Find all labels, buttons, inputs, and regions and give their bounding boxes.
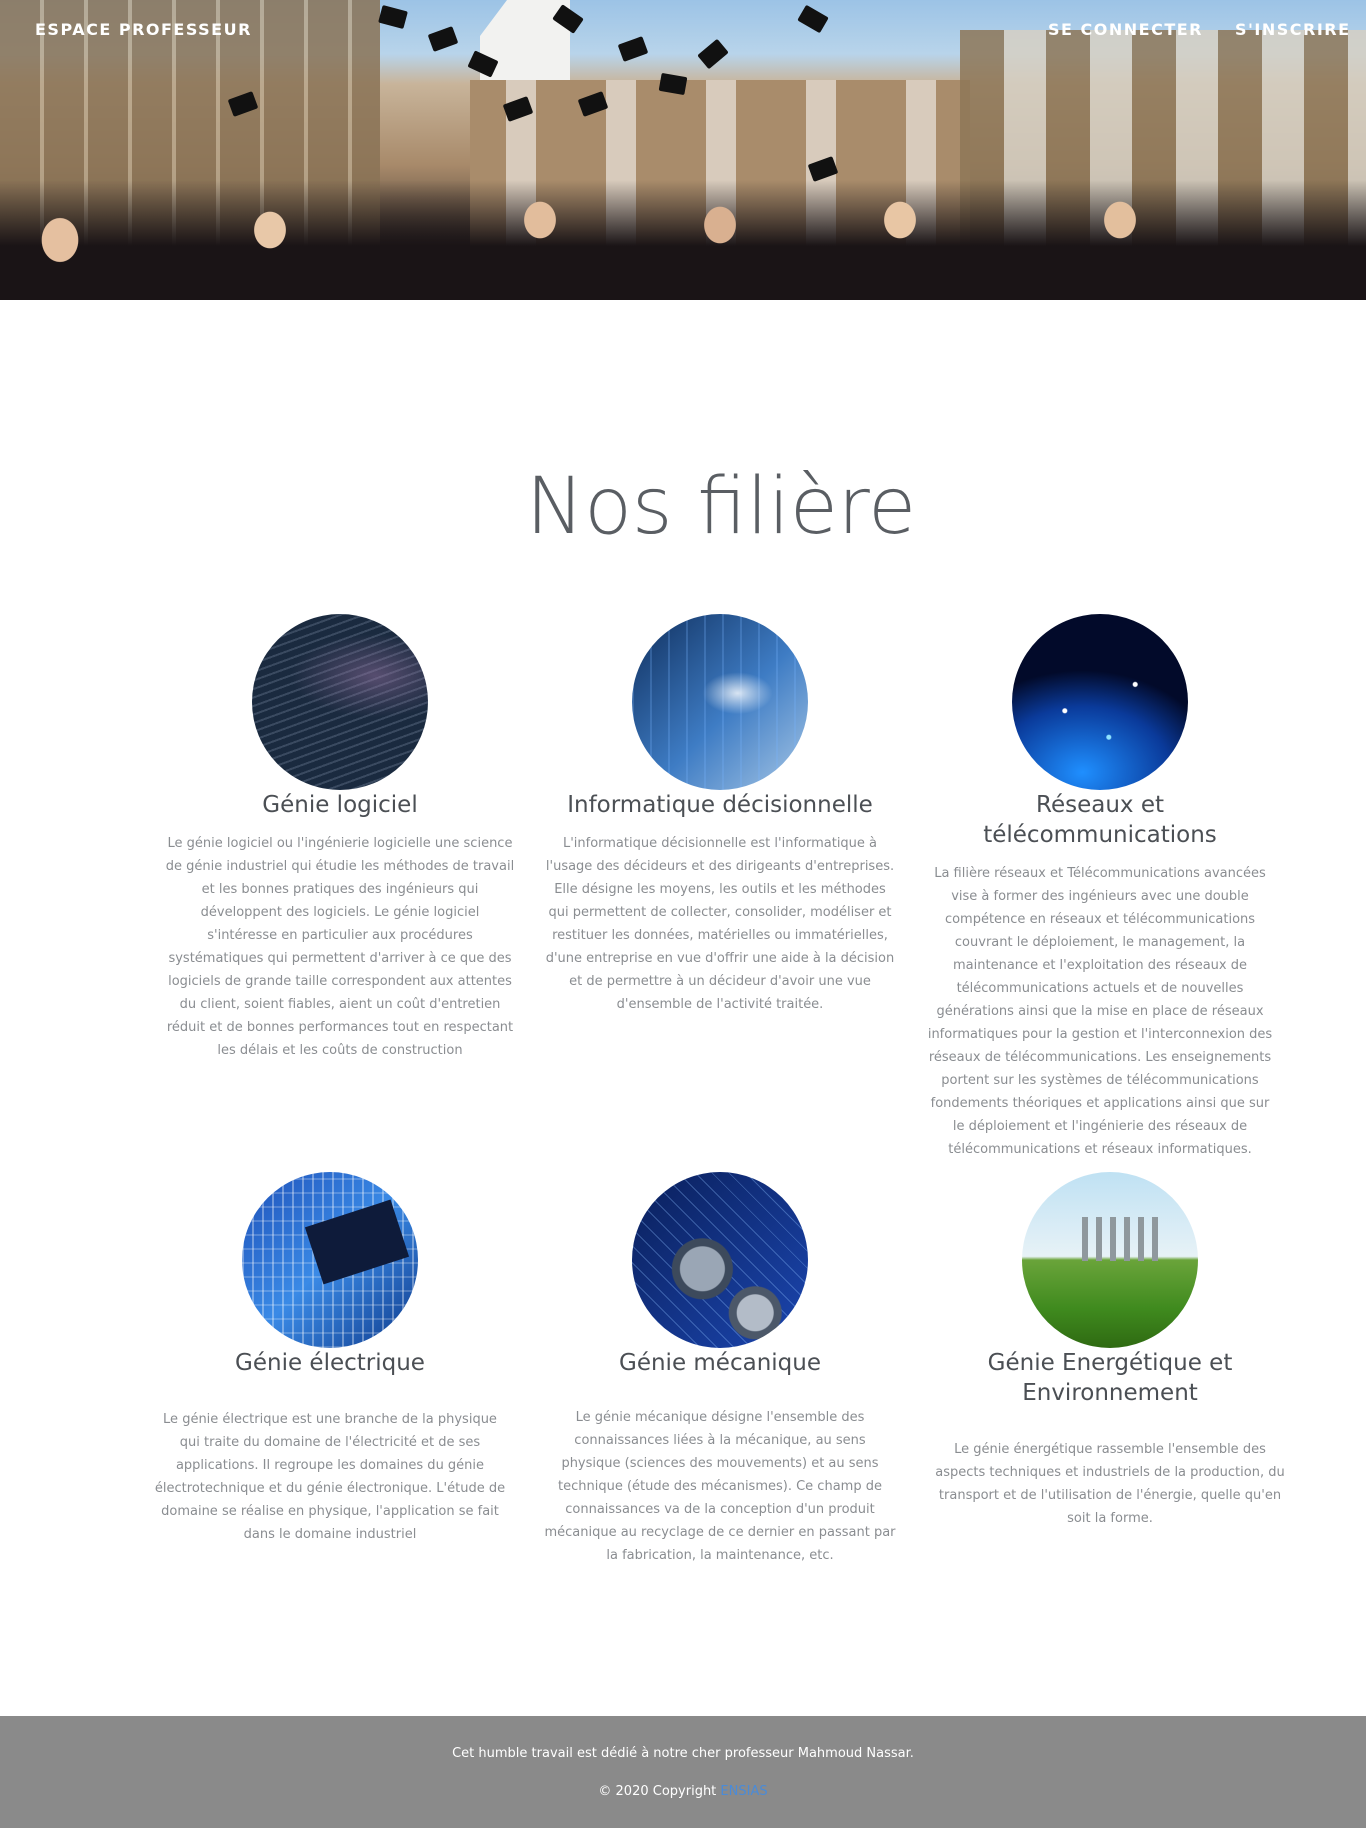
program-image-power-plant bbox=[1022, 1172, 1198, 1348]
program-title: Informatique décisionnelle bbox=[567, 792, 873, 818]
program-image-gears bbox=[632, 1172, 808, 1348]
graduation-cap-icon bbox=[617, 36, 649, 62]
nav-login-link[interactable]: SE CONNECTER bbox=[1048, 20, 1203, 39]
program-card-genie-mecanique: Génie mécanique Le génie mécanique désig… bbox=[540, 1172, 900, 1567]
program-title: Génie logiciel bbox=[262, 792, 418, 818]
program-title: Génie électrique bbox=[235, 1350, 425, 1376]
graduation-cap-icon bbox=[697, 38, 729, 70]
footer: Cet humble travail est dédié à notre che… bbox=[0, 1716, 1366, 1828]
program-description: L'informatique décisionnelle est l'infor… bbox=[545, 836, 895, 1012]
program-description: Le génie logiciel ou l'ingénierie logici… bbox=[165, 836, 515, 1058]
graduation-cap-icon bbox=[797, 4, 829, 34]
program-card-reseaux-telecom: Réseaux et télécommunications La filière… bbox=[920, 614, 1280, 1161]
program-image-laptop bbox=[252, 614, 428, 790]
program-title: Génie Energétique et Environnement bbox=[987, 1350, 1233, 1406]
nav-brand-link[interactable]: ESPACE PROFESSEUR bbox=[35, 20, 252, 39]
program-card-informatique-decisionnelle: Informatique décisionnelle L'informatiqu… bbox=[540, 614, 900, 1016]
program-image-circuit-chip bbox=[242, 1172, 418, 1348]
program-description: Le génie énergétique rassemble l'ensembl… bbox=[935, 1442, 1285, 1526]
footer-copyright-text: © 2020 Copyright bbox=[598, 1784, 717, 1799]
program-image-network-globe bbox=[1012, 614, 1188, 790]
graduation-cap-icon bbox=[427, 26, 459, 52]
footer-dedication: Cet humble travail est dédié à notre che… bbox=[452, 1746, 914, 1761]
program-card-genie-energetique: Génie Energétique et Environnement Le gé… bbox=[930, 1172, 1290, 1530]
program-title: Génie mécanique bbox=[619, 1350, 821, 1376]
program-card-genie-electrique: Génie électrique Le génie électrique est… bbox=[150, 1172, 510, 1546]
program-description: Le génie électrique est une branche de l… bbox=[154, 1412, 506, 1542]
footer-copyright: © 2020 Copyright ENSIAS bbox=[0, 1784, 1366, 1799]
graduation-cap-icon bbox=[378, 4, 408, 30]
footer-copyright-link[interactable]: ENSIAS bbox=[720, 1784, 767, 1799]
section-title: Nos filière bbox=[525, 462, 917, 552]
program-image-analytics bbox=[632, 614, 808, 790]
nav-signup-link[interactable]: S'INSCRIRE bbox=[1235, 20, 1351, 39]
program-description: Le génie mécanique désigne l'ensemble de… bbox=[544, 1410, 896, 1563]
hero-banner: ESPACE PROFESSEUR SE CONNECTER S'INSCRIR… bbox=[0, 0, 1366, 300]
program-title: Réseaux et télécommunications bbox=[983, 792, 1217, 848]
program-description: La filière réseaux et Télécommunications… bbox=[927, 866, 1273, 1157]
program-card-genie-logiciel: Génie logiciel Le génie logiciel ou l'in… bbox=[160, 614, 520, 1062]
hero-crowd bbox=[0, 180, 1366, 300]
